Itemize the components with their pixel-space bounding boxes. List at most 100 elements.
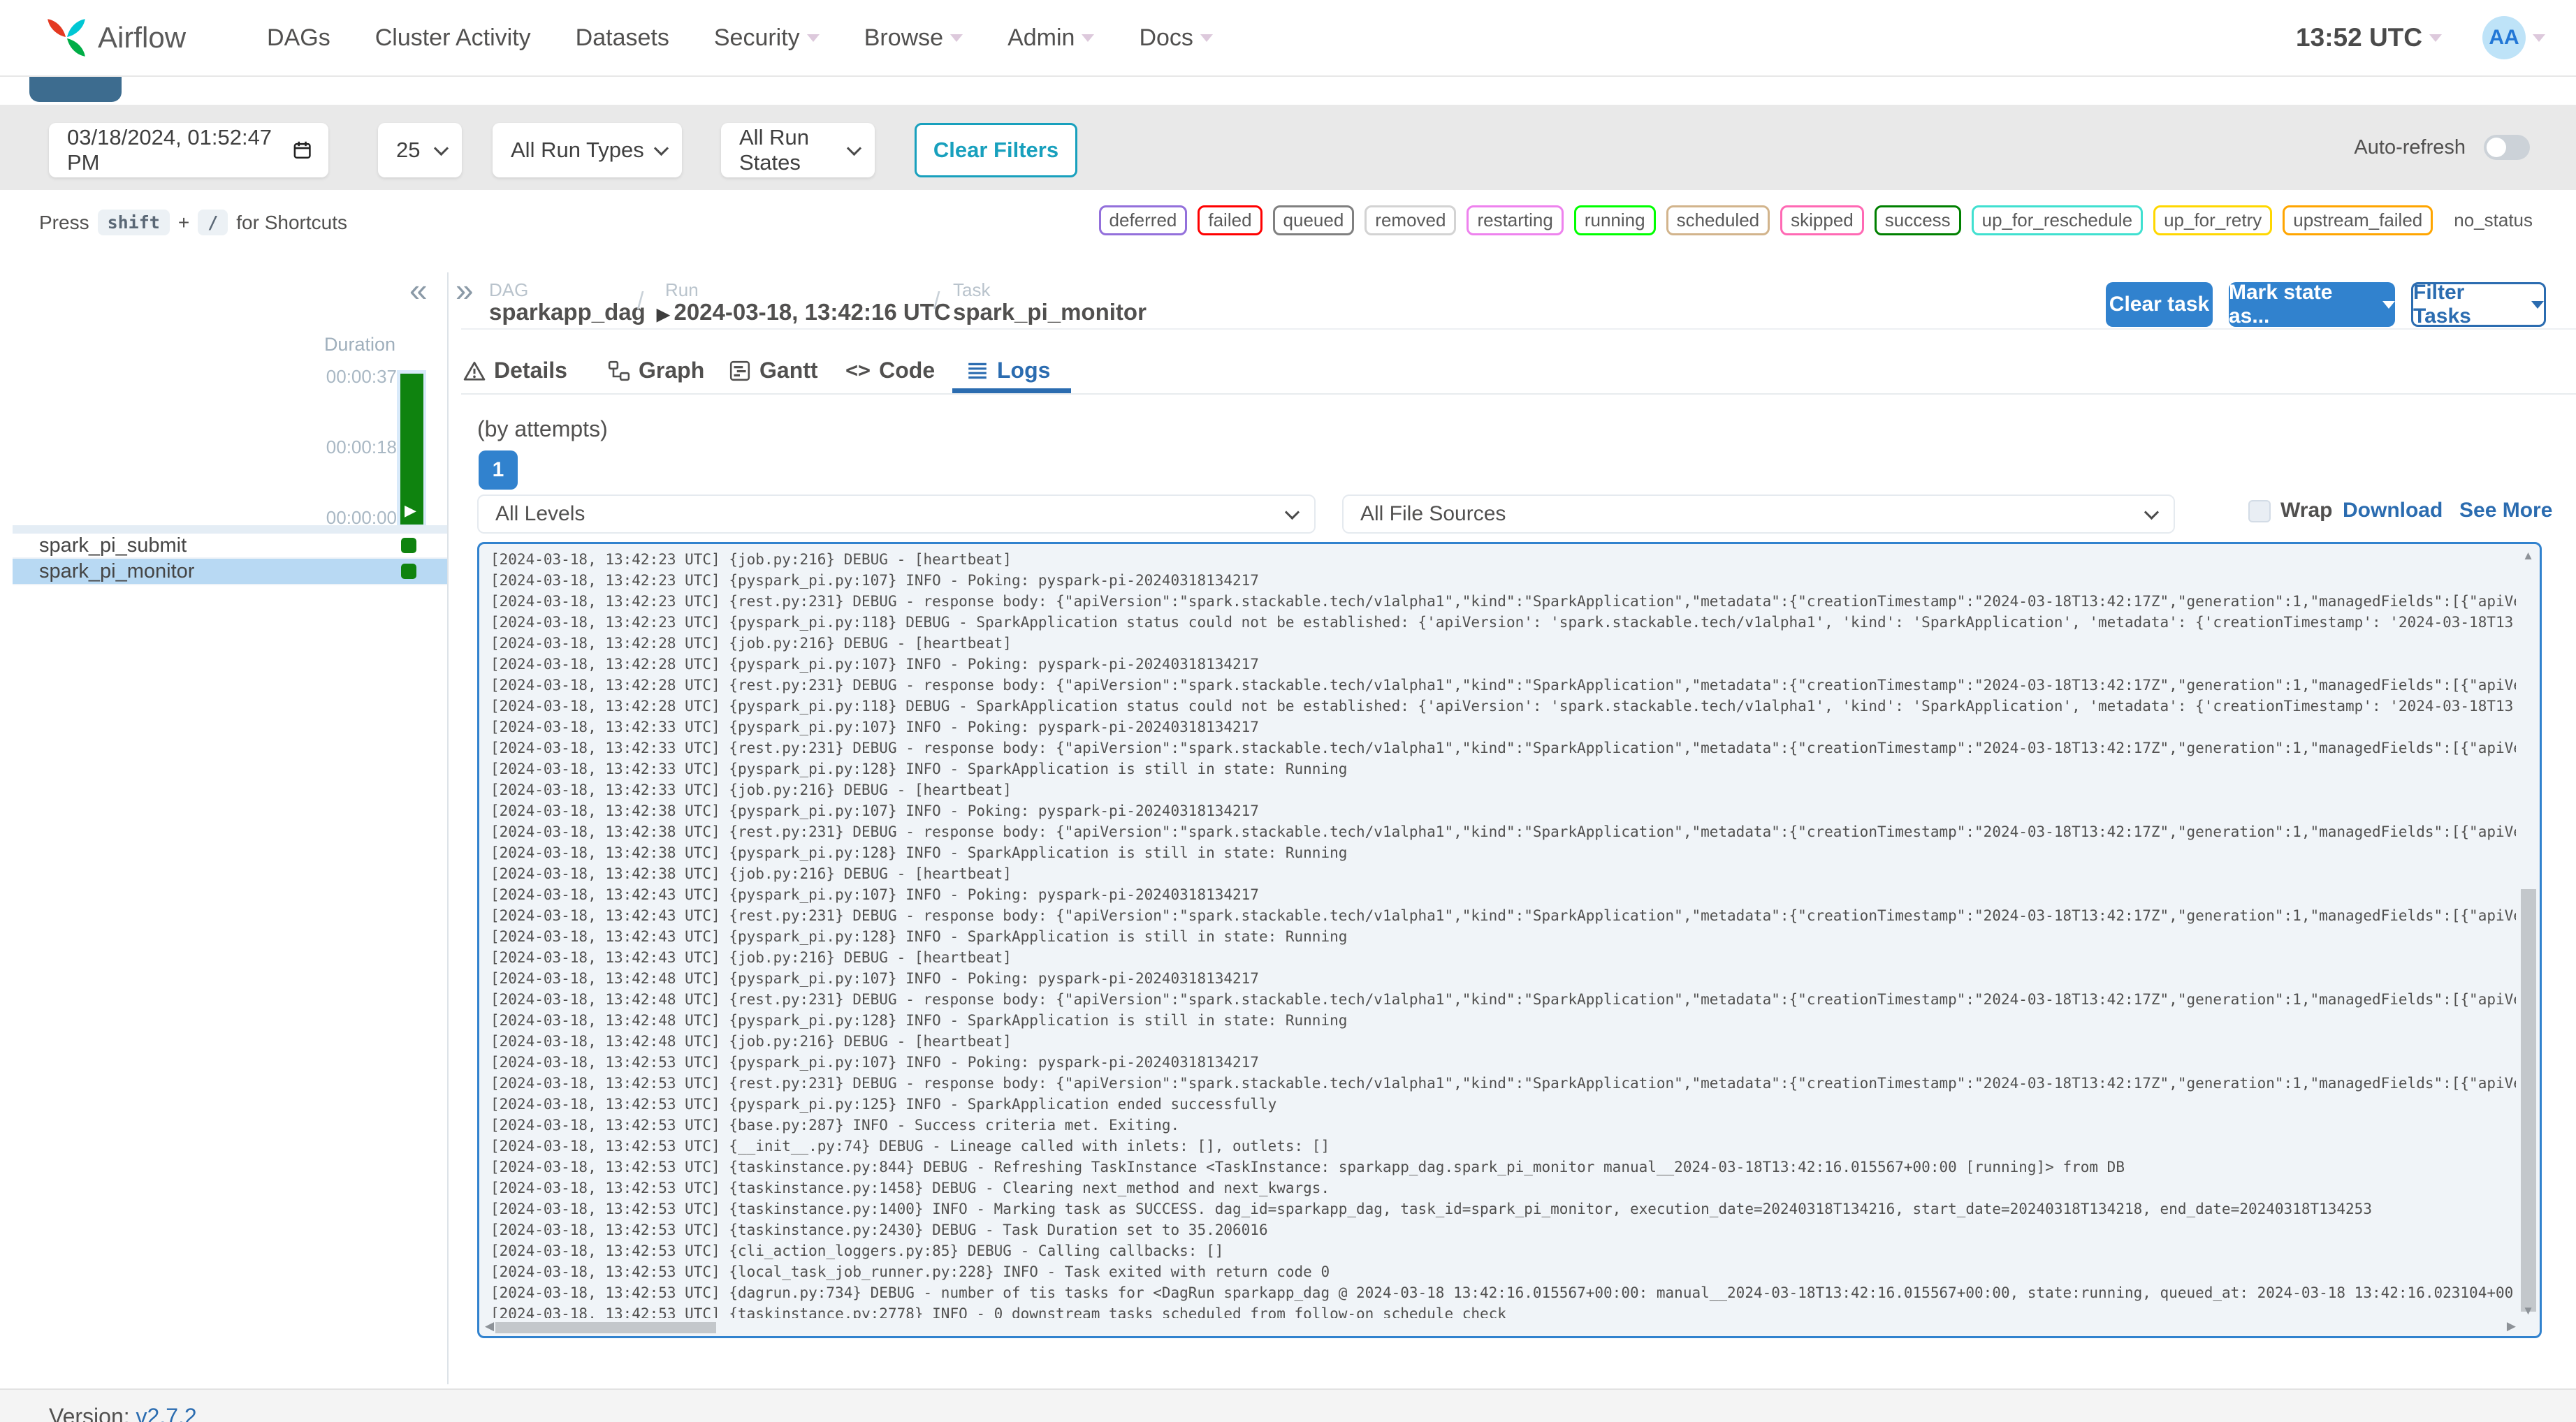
- warning-icon: [463, 361, 486, 381]
- auto-refresh-control: Auto-refresh: [2354, 105, 2530, 190]
- status-badge[interactable]: running: [1573, 205, 1656, 235]
- task-success-square[interactable]: [401, 538, 416, 553]
- tab-details[interactable]: Details: [463, 358, 567, 383]
- log-line: [2024-03-18, 13:42:48 UTC] {pyspark_pi.p…: [490, 970, 1259, 987]
- tab-logs[interactable]: Logs: [966, 358, 1050, 383]
- log-line: [2024-03-18, 13:42:38 UTC] {pyspark_pi.p…: [490, 844, 1348, 861]
- duration-axis-title: Duration: [323, 334, 395, 355]
- status-badge[interactable]: failed: [1198, 205, 1262, 235]
- scroll-right-icon[interactable]: ▶: [2507, 1320, 2516, 1332]
- tab-graph[interactable]: Graph: [608, 358, 704, 383]
- code-icon: <>: [845, 358, 871, 383]
- run-types-select[interactable]: All Run Types: [493, 123, 682, 177]
- base-date-input[interactable]: 03/18/2024, 01:52:47 PM: [49, 123, 328, 177]
- chevron-down-icon: [2531, 300, 2544, 309]
- filter-tasks-button[interactable]: Filter Tasks: [2411, 281, 2546, 328]
- task-list: spark_pi_submit spark_pi_monitor: [13, 534, 447, 585]
- axis-tick-label: 00:00:18: [326, 437, 397, 457]
- status-badge[interactable]: up_for_reschedule: [1971, 205, 2144, 235]
- vertical-scrollbar[interactable]: [2521, 889, 2536, 1312]
- version-link[interactable]: v2.7.2: [136, 1404, 197, 1422]
- status-badge[interactable]: upstream_failed: [2283, 205, 2433, 235]
- nav-menu-item[interactable]: DAGs: [267, 24, 330, 52]
- wrap-label: Wrap: [2280, 499, 2333, 522]
- log-line: [2024-03-18, 13:42:43 UTC] {job.py:216} …: [490, 949, 1012, 966]
- breadcrumb-run[interactable]: ▶ 2024-03-18, 13:42:16 UTC: [657, 299, 951, 325]
- status-badge[interactable]: skipped: [1780, 205, 1864, 235]
- chevron-down-icon[interactable]: [2533, 34, 2545, 42]
- user-avatar[interactable]: AA: [2482, 16, 2526, 59]
- nav-menu-item[interactable]: Cluster Activity: [375, 24, 531, 52]
- log-line: [2024-03-18, 13:42:23 UTC] {pyspark_pi.p…: [490, 614, 2516, 631]
- status-badge[interactable]: removed: [1365, 205, 1457, 235]
- log-line: [2024-03-18, 13:42:43 UTC] {pyspark_pi.p…: [490, 886, 1259, 903]
- log-content: [2024-03-18, 13:42:23 UTC] {job.py:216} …: [490, 549, 2516, 1318]
- horizontal-scrollbar[interactable]: [495, 1322, 716, 1333]
- see-more-link[interactable]: See More: [2459, 499, 2552, 522]
- log-line: [2024-03-18, 13:42:53 UTC] {taskinstance…: [490, 1201, 2372, 1217]
- nav-menu: DAGs Cluster Activity Datasets Security …: [267, 24, 1213, 52]
- log-line: [2024-03-18, 13:42:53 UTC] {__init__.py:…: [490, 1138, 1330, 1155]
- scroll-down-icon[interactable]: ▼: [2522, 1305, 2534, 1317]
- chevron-down-icon: [950, 34, 963, 42]
- airflow-logo-icon[interactable]: [43, 15, 89, 61]
- task-row[interactable]: spark_pi_monitor: [13, 559, 447, 585]
- scroll-up-icon[interactable]: ▲: [2522, 550, 2534, 562]
- log-level-select[interactable]: All Levels: [477, 494, 1316, 534]
- collapse-sidebar-icon[interactable]: «: [409, 274, 428, 306]
- download-link[interactable]: Download: [2343, 499, 2443, 522]
- page-size-select[interactable]: 25: [378, 123, 462, 177]
- task-row[interactable]: spark_pi_submit: [13, 534, 447, 559]
- calendar-icon: [293, 141, 311, 159]
- airflow-app: Airflow DAGs Cluster Activity Datasets S…: [0, 0, 2576, 1422]
- log-line: [2024-03-18, 13:42:53 UTC] {pyspark_pi.p…: [490, 1054, 1259, 1071]
- dag-label: DAG: [489, 279, 529, 300]
- shift-key: shift: [97, 210, 170, 235]
- footer: Version: v2.7.2: [0, 1388, 2576, 1422]
- chevron-down-icon: [846, 140, 862, 156]
- status-badge[interactable]: no_status: [2443, 205, 2543, 235]
- run-marker-icon: ▶: [405, 501, 416, 519]
- log-line: [2024-03-18, 13:42:43 UTC] {pyspark_pi.p…: [490, 928, 1348, 945]
- log-line: [2024-03-18, 13:42:53 UTC] {local_task_j…: [490, 1263, 1330, 1280]
- log-line: [2024-03-18, 13:42:43 UTC] {rest.py:231}…: [490, 907, 2516, 924]
- status-badge[interactable]: queued: [1272, 205, 1355, 235]
- auto-refresh-toggle[interactable]: [2484, 135, 2530, 160]
- breadcrumb-dag[interactable]: sparkapp_dag: [489, 299, 646, 325]
- scroll-left-icon[interactable]: ◀: [485, 1320, 494, 1332]
- status-badge[interactable]: deferred: [1098, 205, 1188, 235]
- chevron-down-icon[interactable]: [2429, 34, 2442, 42]
- header-divider: [461, 328, 2576, 330]
- tab-code[interactable]: <> Code: [845, 358, 935, 383]
- log-line: [2024-03-18, 13:42:23 UTC] {pyspark_pi.p…: [490, 572, 1259, 589]
- panel-divider[interactable]: [447, 272, 449, 1384]
- nav-menu-item[interactable]: Security: [714, 24, 820, 52]
- status-badge[interactable]: restarting: [1467, 205, 1564, 235]
- log-line: [2024-03-18, 13:42:23 UTC] {job.py:216} …: [490, 551, 1012, 568]
- task-success-square[interactable]: [401, 564, 416, 579]
- expand-details-icon[interactable]: »: [456, 274, 474, 306]
- breadcrumb-task[interactable]: spark_pi_monitor: [953, 299, 1147, 325]
- nav-menu-item[interactable]: Admin: [1007, 24, 1095, 52]
- log-line: [2024-03-18, 13:42:28 UTC] {pyspark_pi.p…: [490, 698, 2516, 714]
- log-line: [2024-03-18, 13:42:33 UTC] {pyspark_pi.p…: [490, 719, 1259, 735]
- clear-filters-button[interactable]: Clear Filters: [915, 123, 1077, 177]
- status-badge[interactable]: success: [1874, 205, 1961, 235]
- nav-menu-item[interactable]: Browse: [864, 24, 963, 52]
- log-line: [2024-03-18, 13:42:53 UTC] {taskinstance…: [490, 1222, 1268, 1238]
- status-badge[interactable]: up_for_retry: [2153, 205, 2273, 235]
- attempt-1-button[interactable]: 1: [479, 450, 518, 490]
- wrap-checkbox[interactable]: [2248, 500, 2271, 522]
- utc-clock[interactable]: 13:52 UTC: [2296, 23, 2422, 52]
- tab-gantt[interactable]: Gantt: [729, 358, 818, 383]
- clear-task-button[interactable]: Clear task: [2106, 282, 2213, 327]
- nav-menu-item[interactable]: Docs: [1139, 24, 1213, 52]
- file-source-select[interactable]: All File Sources: [1342, 494, 2175, 534]
- log-output-panel[interactable]: [2024-03-18, 13:42:23 UTC] {job.py:216} …: [477, 542, 2542, 1338]
- log-line: [2024-03-18, 13:42:38 UTC] {pyspark_pi.p…: [490, 802, 1259, 819]
- status-badge[interactable]: scheduled: [1666, 205, 1770, 235]
- nav-menu-item[interactable]: Datasets: [576, 24, 669, 52]
- mark-state-button[interactable]: Mark state as...: [2229, 281, 2395, 328]
- log-line: [2024-03-18, 13:42:53 UTC] {base.py:287}…: [490, 1117, 1180, 1134]
- run-states-select[interactable]: All Run States: [721, 123, 875, 177]
